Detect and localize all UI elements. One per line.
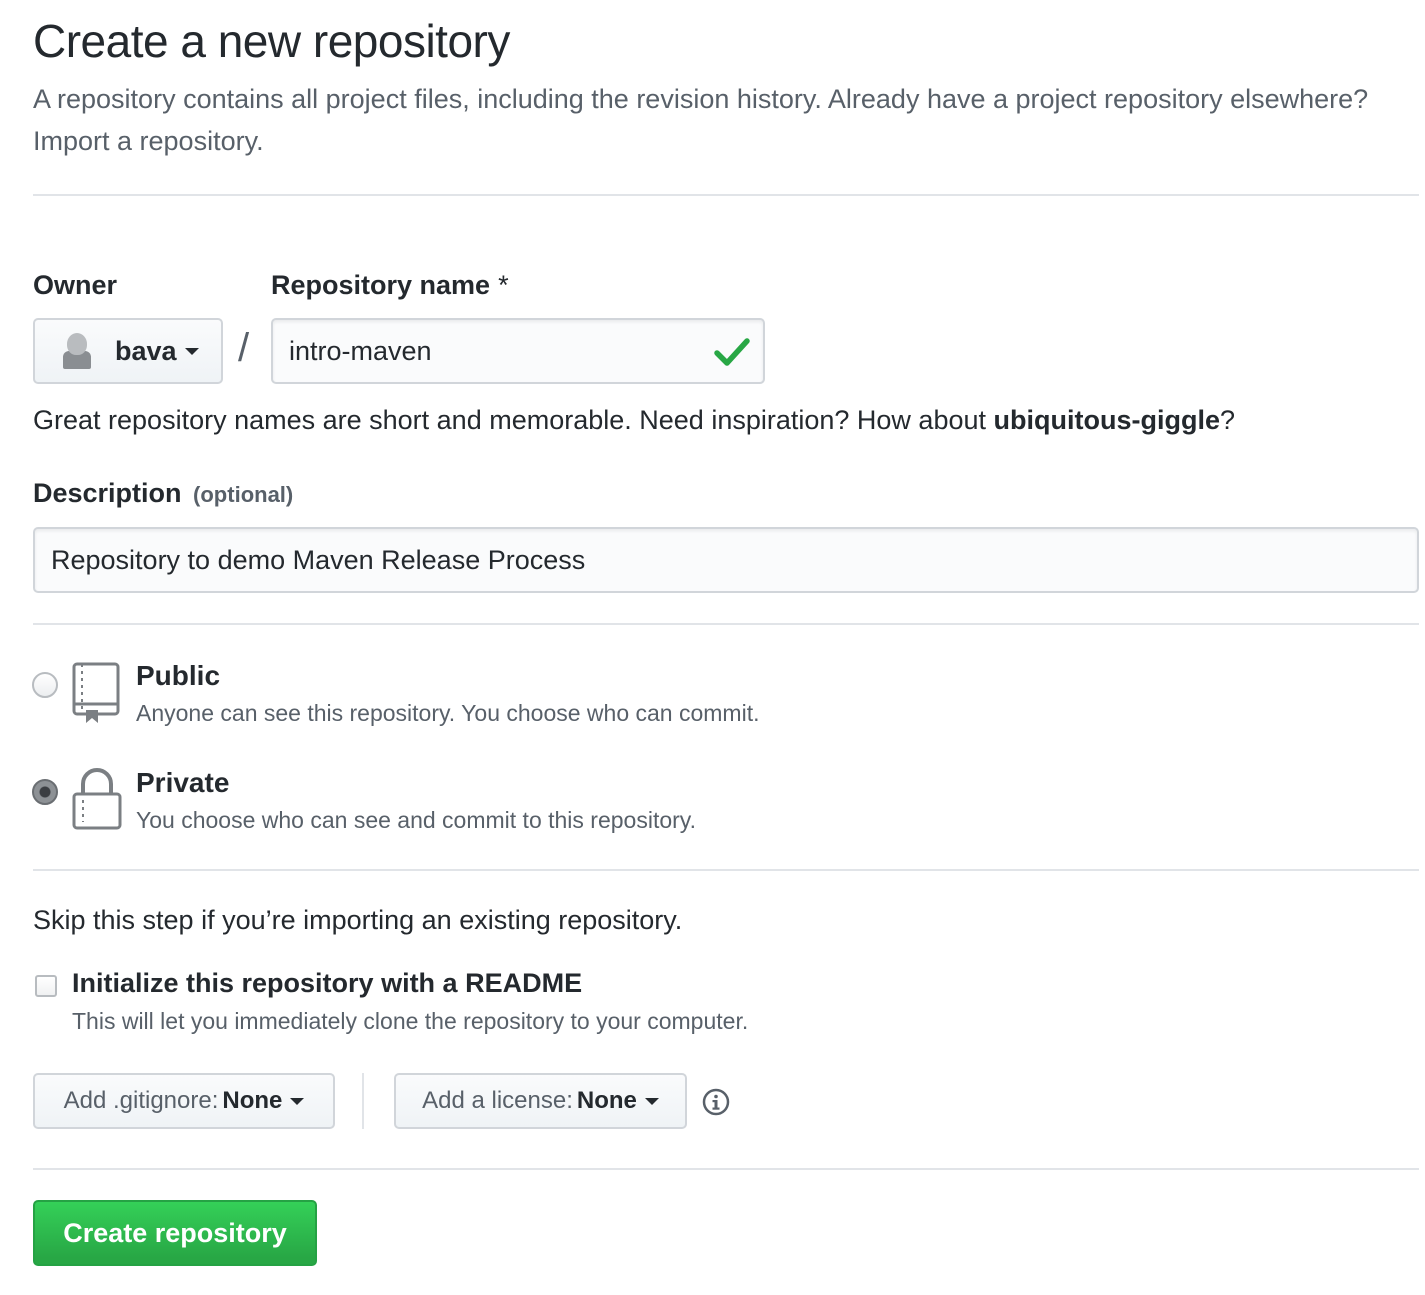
divider <box>33 869 1419 871</box>
public-radio[interactable] <box>32 672 58 698</box>
gitignore-label: Add .gitignore: <box>63 1087 219 1114</box>
chevron-down-icon <box>184 347 199 355</box>
repo-name-label-text: Repository name <box>271 270 491 300</box>
repo-icon <box>72 662 120 723</box>
owner-select[interactable]: bava <box>33 318 223 384</box>
name-hint: Great repository names are short and mem… <box>33 405 1235 436</box>
readme-desc: This will let you immediately clone the … <box>72 1008 749 1034</box>
divider <box>33 1168 1419 1170</box>
name-hint-text: Great repository names are short and mem… <box>33 405 986 435</box>
create-repository-button[interactable]: Create repository <box>33 1200 317 1266</box>
divider <box>33 623 1419 625</box>
chevron-down-icon <box>290 1097 305 1105</box>
divider <box>362 1073 364 1129</box>
repo-name-label: Repository name * <box>271 270 509 301</box>
required-marker: * <box>498 270 509 300</box>
gitignore-select[interactable]: Add .gitignore: None <box>33 1073 335 1129</box>
license-label: Add a license: <box>422 1087 573 1114</box>
private-title: Private <box>136 767 230 798</box>
page-subtitle: A repository contains all project files,… <box>33 78 1373 162</box>
private-radio[interactable] <box>32 779 58 805</box>
private-desc: You choose who can see and commit to thi… <box>136 807 696 833</box>
lock-icon <box>72 768 122 830</box>
repo-name-input[interactable] <box>271 318 765 384</box>
description-input[interactable] <box>33 527 1419 593</box>
chevron-down-icon <box>644 1097 659 1105</box>
skip-text: Skip this step if you’re importing an ex… <box>33 905 683 935</box>
license-select[interactable]: Add a license: None <box>394 1073 687 1129</box>
description-label: Description (optional) <box>33 478 293 509</box>
optional-note: (optional) <box>193 482 294 507</box>
public-title: Public <box>136 660 221 691</box>
owner-name: bava <box>115 335 177 366</box>
name-hint-suffix: ? <box>1219 405 1236 435</box>
name-suggestion[interactable]: ubiquitous-giggle <box>994 405 1220 435</box>
info-icon[interactable] <box>702 1088 730 1116</box>
description-label-text: Description <box>33 478 182 508</box>
public-desc: Anyone can see this repository. You choo… <box>136 700 760 726</box>
check-icon <box>714 338 750 366</box>
subtitle-text: A repository contains all project files,… <box>33 84 1369 114</box>
readme-label[interactable]: Initialize this repository with a README <box>72 968 582 999</box>
page-title: Create a new repository <box>33 15 510 67</box>
license-value: None <box>576 1087 637 1114</box>
divider <box>33 194 1419 196</box>
owner-label: Owner <box>33 270 118 300</box>
owner-repo-separator: / <box>238 326 250 370</box>
import-repository-link[interactable]: Import a repository. <box>33 126 264 156</box>
gitignore-value: None <box>222 1087 283 1114</box>
readme-checkbox[interactable] <box>35 975 57 997</box>
avatar <box>59 331 95 371</box>
